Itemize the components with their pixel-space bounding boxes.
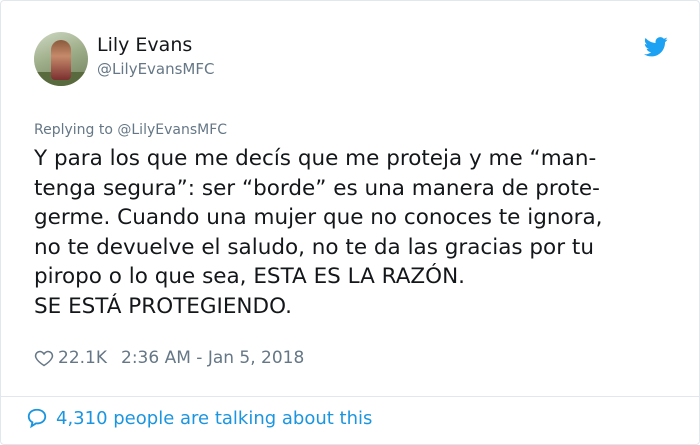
tweet-line: germe. Cuando una mujer que no conoces t… (34, 205, 603, 230)
speech-bubble-icon (27, 408, 47, 429)
avatar-figure (51, 40, 71, 80)
twitter-bird-icon[interactable] (644, 37, 668, 57)
tweet-line: Y para los que me decís que me proteja y… (34, 146, 597, 171)
tweet-line: tenga segura”: ser “borde” es una manera… (34, 175, 600, 201)
heart-icon[interactable] (34, 348, 54, 368)
user-name[interactable]: Lily Evans (97, 34, 192, 56)
tweet-text: Y para los que me decís que me proteja y… (34, 144, 674, 321)
tweet-card: Lily Evans @LilyEvansMFC Replying to @Li… (0, 0, 700, 445)
conversation-link[interactable]: 4,310 people are talking about this (26, 407, 372, 429)
tweet-meta: 22.1K 2:36 AM - Jan 5, 2018 (34, 346, 304, 370)
tweet-line: SE ESTÁ PROTEGIENDO. (34, 293, 292, 319)
like-count[interactable]: 22.1K (58, 348, 107, 368)
avatar[interactable] (34, 32, 88, 86)
tweet-line: piropo o lo que sea, ESTA ES LA RAZÓN. (34, 264, 465, 289)
replying-to[interactable]: Replying to @LilyEvansMFC (34, 122, 227, 138)
talking-count[interactable]: 4,310 people are talking about this (56, 408, 372, 429)
tweet-line: no te devuelve el saludo, no te da las g… (34, 234, 594, 260)
timestamp[interactable]: 2:36 AM - Jan 5, 2018 (121, 348, 304, 368)
user-handle[interactable]: @LilyEvansMFC (97, 60, 214, 78)
divider (1, 396, 699, 397)
